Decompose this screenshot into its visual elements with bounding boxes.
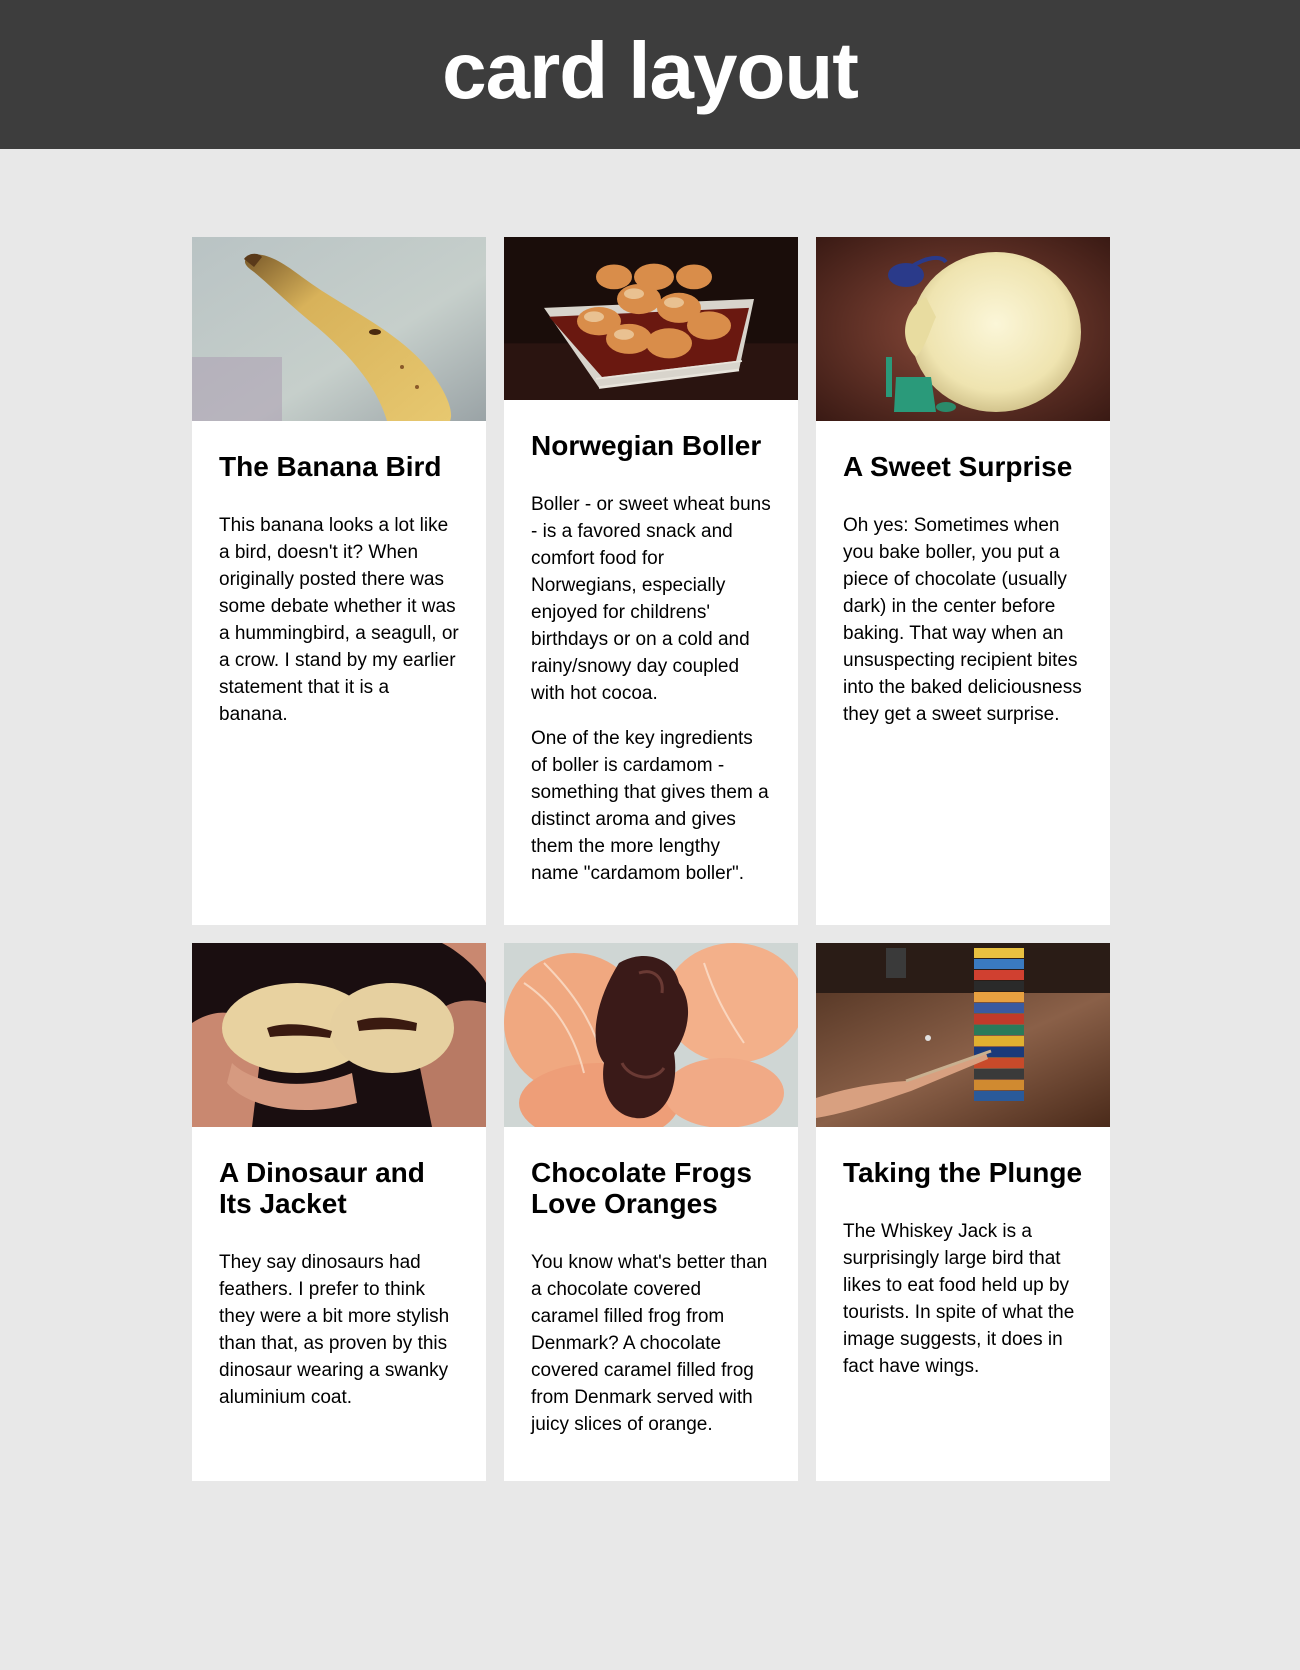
card-norwegian-boller: Norwegian Boller Boller - or sweet wheat… xyxy=(504,237,798,925)
card-text: They say dinosaurs had feathers. I prefe… xyxy=(219,1252,450,1408)
card-chocolate-frogs: Chocolate Frogs Love Oranges You know wh… xyxy=(504,943,798,1481)
boller-basket-photo xyxy=(504,237,798,400)
card-taking-the-plunge: Taking the Plunge The Whiskey Jack is a … xyxy=(816,943,1110,1481)
card-title: A Sweet Surprise xyxy=(843,451,1073,482)
card-dinosaur-jacket: A Dinosaur and Its Jacket They say dinos… xyxy=(192,943,486,1481)
page-title: card layout xyxy=(442,25,859,115)
card-title: Taking the Plunge xyxy=(843,1157,1083,1188)
card-grid: The Banana Bird This banana looks a lot … xyxy=(192,237,1111,1481)
boller-chocolate-halves-photo xyxy=(192,943,486,1127)
card-title: The Banana Bird xyxy=(219,451,442,482)
card-text: One of the key ingredients of boller is … xyxy=(531,728,769,884)
card-text: You know what's better than a chocolate … xyxy=(531,1252,768,1435)
card-text: Boller - or sweet wheat buns - is a favo… xyxy=(531,494,771,704)
dinosaur-foil-photo xyxy=(816,237,1110,421)
jenga-tower-photo xyxy=(816,943,1110,1127)
banana-photo xyxy=(192,237,486,421)
card-text: The Whiskey Jack is a surprisingly large… xyxy=(843,1221,1075,1377)
card-title: Chocolate Frogs Love Oranges xyxy=(531,1157,752,1219)
page-header: card layout xyxy=(0,0,1300,149)
chocolate-frog-orange-photo xyxy=(504,943,798,1127)
card-banana-bird: The Banana Bird This banana looks a lot … xyxy=(192,237,486,925)
card-sweet-surprise: A Sweet Surprise Oh yes: Sometimes when … xyxy=(816,237,1110,925)
card-text: This banana looks a lot like a bird, doe… xyxy=(219,515,459,725)
card-text: Oh yes: Sometimes when you bake boller, … xyxy=(843,515,1082,725)
card-title: Norwegian Boller xyxy=(531,430,762,461)
card-title: A Dinosaur and Its Jacket xyxy=(219,1157,425,1219)
